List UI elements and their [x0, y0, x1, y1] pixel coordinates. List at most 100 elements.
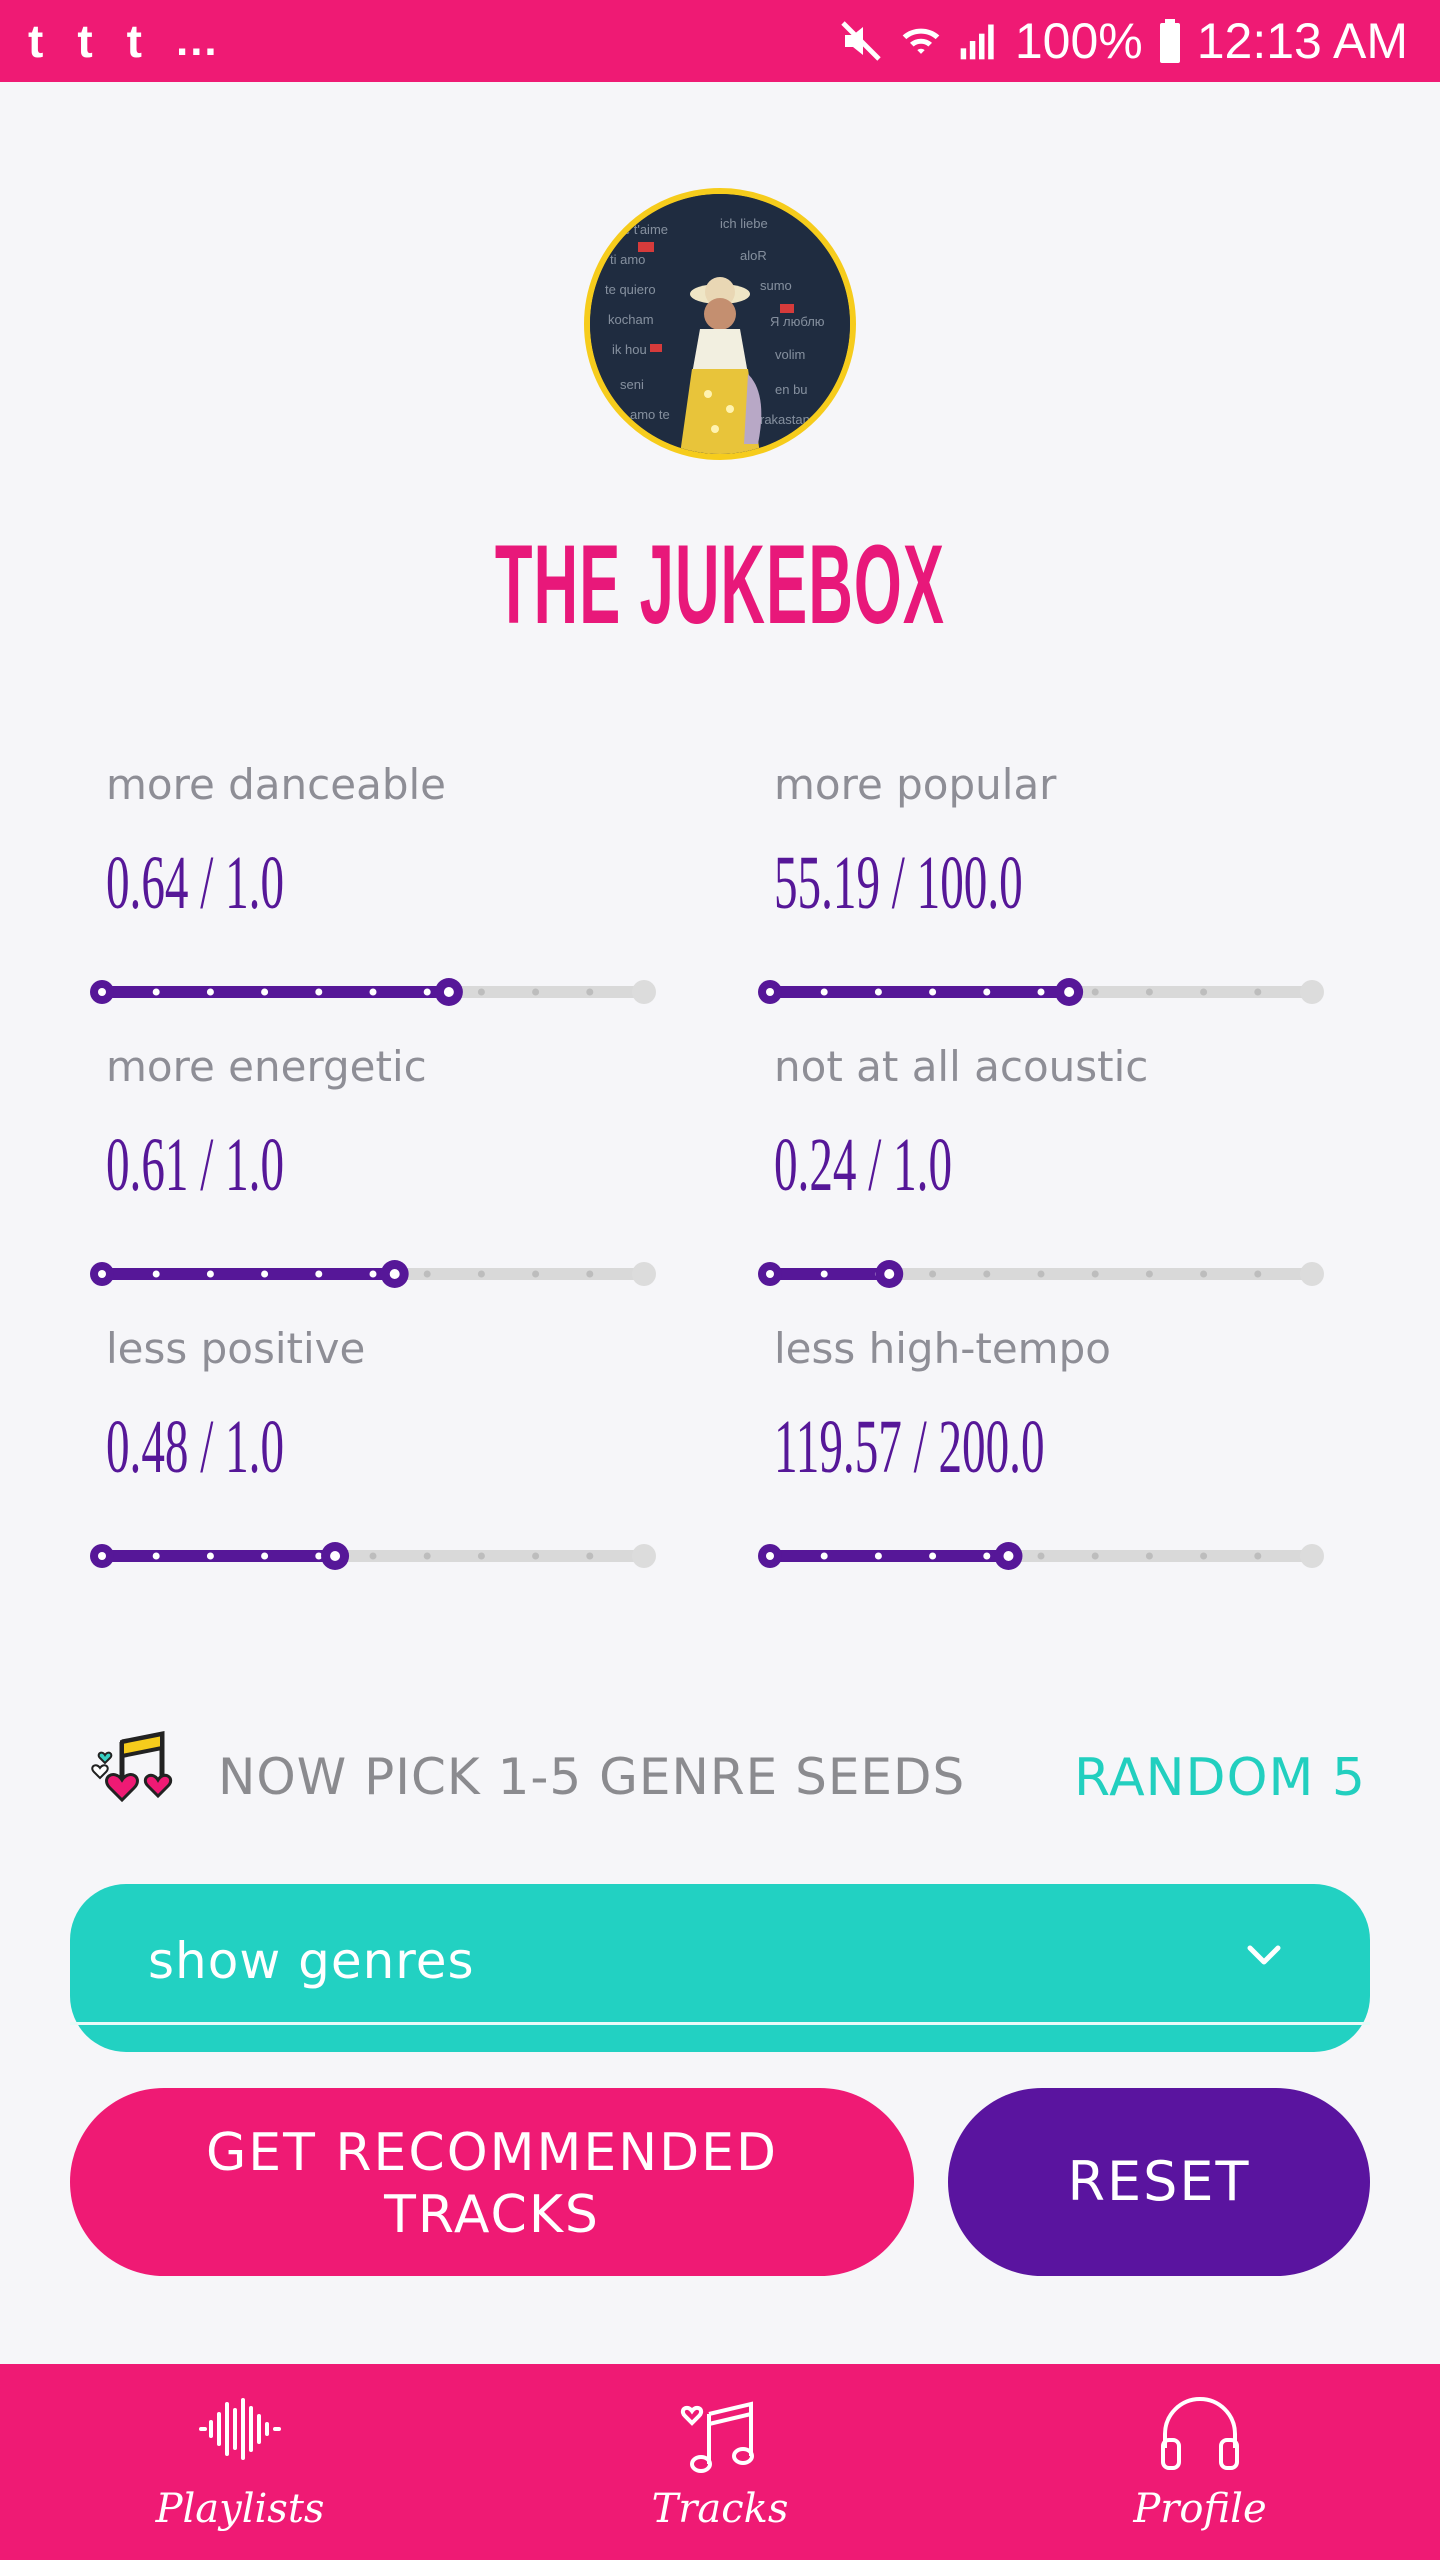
slider-tick: [1200, 988, 1208, 996]
svg-text:ich liebe: ich liebe: [720, 216, 768, 231]
wifi-icon: [899, 17, 943, 65]
slider-tick: [1037, 988, 1045, 996]
nav-label: Playlists: [155, 2486, 325, 2532]
slider-tick: [1145, 1270, 1153, 1278]
mute-icon: [837, 17, 885, 65]
slider-label: not at all acoustic: [774, 1042, 1149, 1091]
slider-tick: [1145, 1552, 1153, 1560]
slider-tick: [586, 1552, 594, 1560]
slider-value: 0.64 / 1.0: [106, 841, 285, 925]
slider-tick: [1037, 1552, 1045, 1560]
slider-tick: [532, 988, 540, 996]
slider-tick: [261, 988, 269, 996]
slider-label: less high-tempo: [774, 1324, 1111, 1373]
slider-graphic: [758, 978, 1324, 1006]
signal-icon: [957, 17, 1001, 65]
slider-value: 0.61 / 1.0: [106, 1123, 285, 1207]
dropdown-underline: [70, 2022, 1370, 2025]
slider-tick: [820, 1270, 828, 1278]
slider-tick: [1254, 988, 1262, 996]
nav-playlists[interactable]: Playlists: [90, 2364, 390, 2560]
nav-tracks[interactable]: Tracks: [570, 2364, 870, 2560]
slider-start-dot-inner: [766, 1270, 774, 1278]
slider-tick: [874, 988, 882, 996]
battery-icon: [1157, 17, 1183, 65]
slider-tick: [423, 1552, 431, 1560]
button-label-line2: TRACKS: [384, 2185, 600, 2245]
slider-start-dot-inner: [98, 988, 106, 996]
slider-tick: [532, 1552, 540, 1560]
slider-thumb-inner: [884, 1269, 895, 1279]
slider-thumb-inner: [443, 987, 454, 997]
slider-thumb-inner: [330, 1551, 341, 1561]
page-title: THE JUKEBOX: [494, 522, 946, 647]
bottom-navigation: Playlists Tracks Profile: [0, 2364, 1440, 2560]
svg-text:sumo: sumo: [760, 278, 792, 293]
slider-tick: [152, 1552, 160, 1560]
slider-track[interactable]: [88, 1536, 658, 1576]
tumblr-notification-icon: t: [77, 15, 93, 67]
slider-tick: [874, 1552, 882, 1560]
slider-tick: [369, 1270, 377, 1278]
slider-tick: [983, 1552, 991, 1560]
show-genres-dropdown[interactable]: show genres: [70, 1884, 1370, 2052]
nav-label: Tracks: [651, 2486, 789, 2532]
slider-track[interactable]: [88, 1254, 658, 1294]
slider-value: 55.19 / 100.0: [774, 841, 1023, 925]
slider-tick: [586, 1270, 594, 1278]
slider-tick: [369, 1552, 377, 1560]
slider-tick: [315, 988, 323, 996]
get-recommended-tracks-button[interactable]: GET RECOMMENDED TRACKS: [70, 2088, 914, 2276]
slider-value: 119.57 / 200.0: [774, 1405, 1045, 1489]
svg-text:volim: volim: [775, 347, 805, 362]
nav-profile[interactable]: Profile: [1050, 2364, 1350, 2560]
reset-button[interactable]: RESET: [948, 2088, 1370, 2276]
slider-track[interactable]: [756, 972, 1326, 1012]
slider-track[interactable]: [756, 1254, 1326, 1294]
slider-tick: [477, 1270, 485, 1278]
slider-graphic: [90, 1260, 656, 1288]
tumblr-notification-icon: t: [126, 15, 142, 67]
slider-tick: [1091, 1270, 1099, 1278]
more-notifications: ...: [175, 16, 219, 65]
svg-text:te quiero: te quiero: [605, 282, 656, 297]
slider-tick: [206, 1552, 214, 1560]
svg-text:ik hou: ik hou: [612, 342, 647, 357]
slider-end-dot: [1300, 1262, 1324, 1286]
slider-tick: [152, 1270, 160, 1278]
slider-tick: [423, 1270, 431, 1278]
slider-value: 0.48 / 1.0: [106, 1405, 285, 1489]
svg-text:kocham: kocham: [608, 312, 654, 327]
slider-tick: [1200, 1552, 1208, 1560]
slider-tick: [1037, 1270, 1045, 1278]
slider-thumb-inner: [389, 1269, 400, 1279]
slider-tick: [983, 1270, 991, 1278]
slider-tick: [1254, 1552, 1262, 1560]
slider-graphic: [90, 978, 656, 1006]
random-5-button[interactable]: RANDOM 5: [1074, 1748, 1366, 1808]
slider-end-dot: [632, 980, 656, 1004]
music-note-hearts-icon: [86, 1728, 176, 1828]
slider-track[interactable]: [88, 972, 658, 1012]
button-label-line1: GET RECOMMENDED: [205, 2123, 779, 2183]
genre-seeds-prompt: NOW PICK 1-5 GENRE SEEDS: [218, 1748, 966, 1806]
slider-tick: [1200, 1270, 1208, 1278]
slider-tick: [929, 1270, 937, 1278]
profile-avatar: je t'aime ich liebe ti amo aloR te quiero s…: [584, 188, 856, 460]
slider-track[interactable]: [756, 1536, 1326, 1576]
slider-end-dot: [1300, 980, 1324, 1004]
slider-tick: [369, 988, 377, 996]
slider-tick: [315, 1270, 323, 1278]
slider-end-dot: [1300, 1544, 1324, 1568]
genre-seeds-row: NOW PICK 1-5 GENRE SEEDS RANDOM 5: [86, 1728, 1366, 1828]
svg-text:aloR: aloR: [740, 248, 767, 263]
slider-tick: [586, 988, 594, 996]
svg-text:seni: seni: [620, 377, 644, 392]
slider-tick: [929, 988, 937, 996]
slider-thumb-inner: [1003, 1551, 1014, 1561]
slider-tick: [477, 1552, 485, 1560]
chevron-down-icon: [1244, 1940, 1284, 1974]
battery-percent: 100%: [1014, 13, 1143, 69]
notification-icons: t t t ...: [28, 0, 219, 82]
svg-text:ti amo: ti amo: [610, 252, 645, 267]
